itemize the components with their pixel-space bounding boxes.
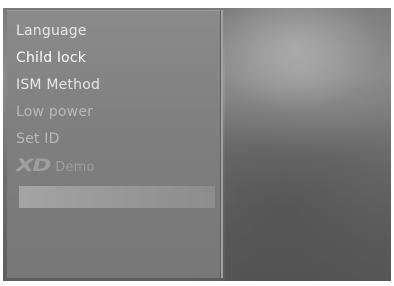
menu-item-label: Child lock — [16, 50, 87, 66]
selection-highlight-bar[interactable] — [19, 186, 215, 208]
xd-logo-icon: XD — [16, 156, 51, 176]
menu-item-label: Demo — [55, 160, 95, 175]
tv-screen: Language Child lock ISM Method Low power… — [3, 8, 391, 281]
menu-item-low-power[interactable]: Low power — [7, 99, 223, 126]
menu-item-set-id[interactable]: Set ID — [7, 126, 223, 153]
menu-item-child-lock[interactable]: Child lock — [7, 45, 223, 72]
option-menu-list: Language Child lock ISM Method Low power… — [7, 18, 223, 180]
video-preview-area — [225, 8, 391, 281]
menu-item-ism-method[interactable]: ISM Method — [7, 72, 223, 99]
option-menu-panel: Language Child lock ISM Method Low power… — [7, 10, 223, 278]
menu-item-label: Language — [16, 23, 87, 39]
menu-item-label: Low power — [16, 104, 94, 120]
menu-item-language[interactable]: Language — [7, 18, 223, 45]
menu-item-label: Set ID — [16, 131, 60, 147]
menu-item-xd-demo[interactable]: XD Demo — [7, 153, 223, 180]
menu-item-label: ISM Method — [16, 77, 101, 93]
